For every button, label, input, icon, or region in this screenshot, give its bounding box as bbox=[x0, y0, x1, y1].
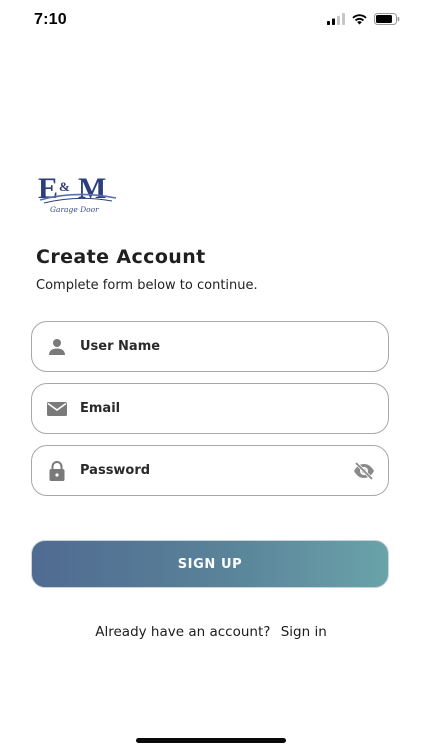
cellular-signal-icon bbox=[327, 13, 345, 25]
username-input[interactable] bbox=[80, 322, 338, 371]
password-field[interactable] bbox=[31, 445, 389, 496]
svg-text:Garage Door: Garage Door bbox=[50, 205, 99, 214]
home-indicator[interactable] bbox=[136, 738, 286, 743]
email-field[interactable] bbox=[31, 383, 389, 434]
password-input[interactable] bbox=[80, 446, 338, 495]
sign-up-button[interactable]: SIGN UP bbox=[31, 540, 389, 588]
status-time: 7:10 bbox=[34, 11, 67, 28]
brand-logo: E M & Garage Door bbox=[38, 170, 118, 216]
wifi-icon bbox=[351, 13, 368, 25]
status-icons bbox=[327, 13, 400, 25]
person-icon bbox=[46, 336, 68, 358]
page-subtitle: Complete form below to continue. bbox=[36, 278, 258, 293]
username-field[interactable] bbox=[31, 321, 389, 372]
status-bar: 7:10 bbox=[0, 0, 422, 42]
sign-in-prompt: Already have an account? bbox=[95, 624, 271, 640]
svg-text:&: & bbox=[59, 179, 70, 194]
mail-icon bbox=[46, 398, 68, 420]
battery-icon bbox=[374, 13, 400, 25]
page-title: Create Account bbox=[36, 246, 206, 268]
email-input[interactable] bbox=[80, 384, 338, 433]
eye-off-icon[interactable] bbox=[352, 460, 376, 482]
sign-in-row: Already have an account? Sign in bbox=[0, 624, 422, 640]
sign-in-link[interactable]: Sign in bbox=[281, 624, 327, 640]
lock-icon bbox=[46, 460, 68, 482]
